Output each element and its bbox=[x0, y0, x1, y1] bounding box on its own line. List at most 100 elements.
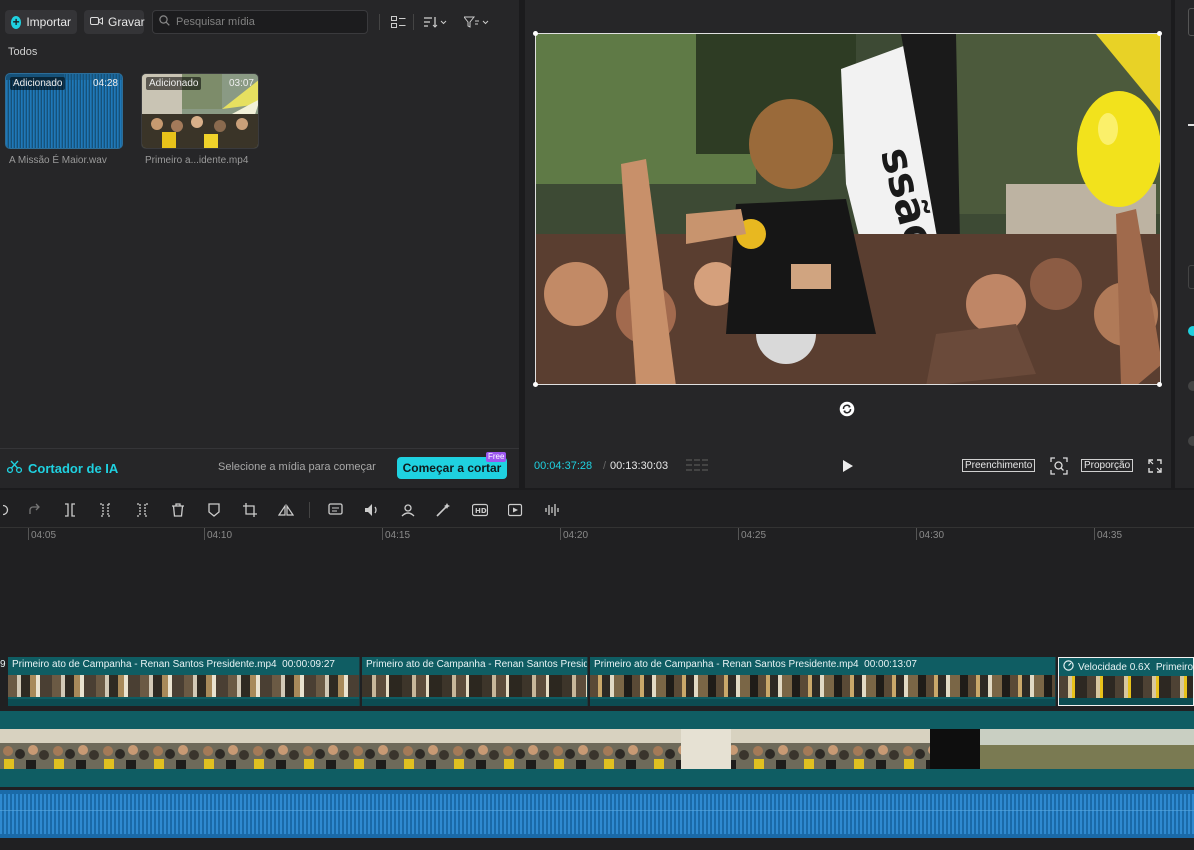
ai-cutter-label: Cortador de IA bbox=[28, 460, 119, 476]
start-cut-label: Começar a cortar bbox=[402, 461, 502, 475]
audio-track-waveform bbox=[0, 790, 1194, 838]
divider bbox=[413, 14, 414, 30]
radio-option[interactable] bbox=[1188, 436, 1194, 446]
ruler-tick bbox=[382, 528, 383, 540]
ruler-label: 04:05 bbox=[31, 530, 57, 541]
radio-option[interactable] bbox=[1188, 381, 1194, 391]
timeline-clip-selected[interactable]: Velocidade 0.6X Primeiro bbox=[1058, 657, 1194, 706]
marker-icon[interactable] bbox=[204, 500, 224, 520]
clip-audio-bar bbox=[590, 699, 1055, 706]
media-name: A Missão É Maior.wav bbox=[9, 155, 107, 166]
ruler-label: 04:10 bbox=[207, 530, 233, 541]
added-badge: Adicionado bbox=[146, 77, 202, 90]
redo-icon[interactable] bbox=[24, 500, 44, 520]
export-clip-icon[interactable] bbox=[506, 500, 526, 520]
media-duration: 04:28 bbox=[92, 78, 118, 89]
resize-handle[interactable] bbox=[533, 382, 538, 387]
ai-cutter[interactable]: Cortador de IA bbox=[6, 460, 119, 476]
trim-left-icon[interactable] bbox=[96, 500, 116, 520]
audio-wave-icon[interactable] bbox=[542, 500, 562, 520]
ruler-label: 04:15 bbox=[385, 530, 411, 541]
ruler-tick bbox=[738, 528, 739, 540]
added-badge: Adicionado bbox=[10, 77, 66, 90]
speed-icon bbox=[1063, 660, 1074, 674]
clip-audio-bar bbox=[8, 699, 359, 706]
audio-track[interactable] bbox=[0, 790, 1194, 838]
video-track-audio bbox=[0, 769, 1194, 787]
ruler-label: 04:25 bbox=[741, 530, 767, 541]
fullscreen-icon[interactable] bbox=[1148, 459, 1162, 478]
media-duration: 03:07 bbox=[228, 78, 254, 89]
person-ai-icon[interactable] bbox=[398, 500, 418, 520]
panel-edge-control[interactable] bbox=[1188, 8, 1194, 36]
filter-icon[interactable] bbox=[463, 12, 491, 32]
ruler-tick bbox=[28, 528, 29, 540]
hd-icon[interactable]: HD bbox=[470, 500, 490, 520]
search-input[interactable] bbox=[174, 15, 358, 29]
clip-thumbnails bbox=[8, 675, 359, 697]
media-name: Primeiro a...idente.mp4 bbox=[145, 155, 249, 166]
scissors-icon bbox=[6, 460, 23, 476]
ai-hint: Selecione a mídia para começar bbox=[218, 461, 376, 473]
mirror-icon[interactable] bbox=[276, 500, 296, 520]
total-time: 00:13:30:03 bbox=[610, 460, 669, 472]
audio-icon[interactable] bbox=[362, 500, 382, 520]
clip-audio-bar bbox=[1059, 698, 1193, 705]
timeline-clip[interactable]: Primeiro ato de Campanha - Renan Santos … bbox=[362, 657, 588, 706]
divider bbox=[379, 14, 380, 30]
magic-wand-icon[interactable] bbox=[433, 500, 453, 520]
video-preview[interactable]: ssão bbox=[535, 33, 1161, 385]
zoom-fit-icon[interactable] bbox=[1050, 457, 1068, 480]
svg-text:HD: HD bbox=[475, 507, 487, 515]
ratio-button[interactable]: Proporção bbox=[1081, 459, 1134, 472]
property-field[interactable] bbox=[1188, 265, 1194, 289]
rotate-icon[interactable] bbox=[839, 401, 855, 417]
media-item-audio[interactable]: Adicionado 04:28 bbox=[5, 73, 123, 149]
properties-panel bbox=[1175, 0, 1194, 488]
ruler-tick bbox=[560, 528, 561, 540]
radio-option[interactable] bbox=[1188, 326, 1194, 336]
play-icon[interactable] bbox=[841, 459, 854, 478]
media-panel: + Importar Gravar Todos Adicionado 04:28… bbox=[0, 0, 519, 488]
resize-handle[interactable] bbox=[1157, 31, 1162, 36]
record-button[interactable]: Gravar bbox=[84, 10, 145, 34]
sort-icon[interactable] bbox=[422, 12, 450, 32]
clip-thumbnails bbox=[1059, 676, 1193, 698]
ruler-label: 04:20 bbox=[563, 530, 589, 541]
camera-icon bbox=[90, 15, 103, 29]
video-track-header[interactable] bbox=[0, 711, 1194, 729]
preview-image: ssão bbox=[536, 34, 1160, 384]
clip-label: Velocidade 0.6X Primeiro bbox=[1063, 660, 1193, 674]
split-icon[interactable] bbox=[60, 500, 80, 520]
delete-icon[interactable] bbox=[168, 500, 188, 520]
current-time: 00:04:37:28 bbox=[534, 460, 593, 472]
timeline-clip[interactable]: Primeiro ato de Campanha - Renan Santos … bbox=[590, 657, 1056, 706]
category-title: Todos bbox=[8, 46, 38, 58]
clip-label: Primeiro ato de Campanha - Renan Santos … bbox=[366, 659, 587, 670]
free-tag: Free bbox=[486, 452, 507, 462]
timecode-grid-icon[interactable] bbox=[686, 458, 708, 479]
ruler-tick bbox=[1094, 528, 1095, 540]
grid-view-icon[interactable] bbox=[389, 12, 407, 32]
captions-icon[interactable] bbox=[326, 500, 346, 520]
timeline-clip[interactable]: Primeiro ato de Campanha - Renan Santos … bbox=[8, 657, 360, 706]
media-item-video[interactable]: Adicionado 03:07 bbox=[141, 73, 259, 149]
fill-button[interactable]: Preenchimento bbox=[962, 459, 1036, 472]
ruler-label: 04:35 bbox=[1097, 530, 1123, 541]
import-button[interactable]: + Importar bbox=[5, 10, 77, 34]
media-search[interactable] bbox=[152, 10, 368, 34]
video-track-thumbnails[interactable] bbox=[0, 729, 1194, 769]
resize-handle[interactable] bbox=[1157, 382, 1162, 387]
search-icon bbox=[159, 15, 170, 29]
clip-edge-label: 9 bbox=[0, 659, 6, 670]
resize-handle[interactable] bbox=[533, 31, 538, 36]
undo-icon[interactable] bbox=[0, 500, 20, 520]
crop-icon[interactable] bbox=[240, 500, 260, 520]
clip-label: Primeiro ato de Campanha - Renan Santos … bbox=[594, 659, 917, 670]
clip-thumbnails bbox=[590, 675, 1055, 697]
active-tab-indicator bbox=[1188, 124, 1194, 126]
ruler-tick bbox=[204, 528, 205, 540]
trim-right-icon[interactable] bbox=[132, 500, 152, 520]
ruler-tick bbox=[916, 528, 917, 540]
record-label: Gravar bbox=[108, 15, 145, 29]
